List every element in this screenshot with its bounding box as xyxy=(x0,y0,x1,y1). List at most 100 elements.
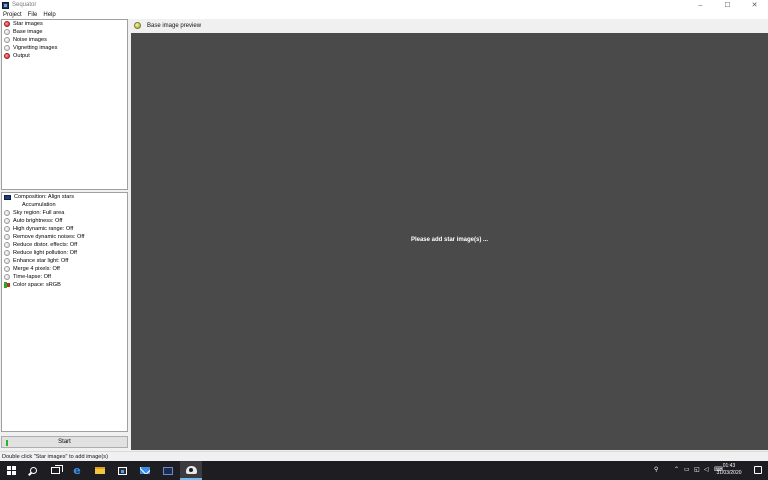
status-gray-icon xyxy=(4,210,10,216)
chevron-up-icon[interactable]: ⌃ xyxy=(674,467,679,474)
system-tray: ⚲ ⌃ ▭ ◱ ◁ ⌨ 01:43 31/03/2020 xyxy=(638,461,768,480)
status-gray-icon xyxy=(4,218,10,224)
window-title: Sequator xyxy=(12,2,37,8)
tree-item-label: Output xyxy=(13,53,30,59)
settings-panel: Composition: Align stars Accumulation Sk… xyxy=(1,192,128,432)
tree-item-label: Base image xyxy=(13,29,43,35)
status-bar: Double click "Star images" to add image(… xyxy=(0,451,768,461)
clock[interactable]: 01:43 31/03/2020 xyxy=(714,463,744,477)
setting-time-lapse[interactable]: Time-lapse: Off xyxy=(2,273,127,281)
file-explorer-button[interactable] xyxy=(89,461,111,480)
setting-reduce-light-pollution[interactable]: Reduce light pollution: Off xyxy=(2,249,127,257)
preview-icon xyxy=(134,22,141,29)
menu-project[interactable]: Project xyxy=(0,11,25,19)
setting-label: Enhance star light: Off xyxy=(13,258,69,264)
tree-item-vignetting-images[interactable]: Vignetting images xyxy=(2,44,127,52)
setting-label: Reduce light pollution: Off xyxy=(13,250,77,256)
setting-label: Accumulation xyxy=(22,202,56,208)
setting-label: Time-lapse: Off xyxy=(13,274,51,280)
network-icon[interactable]: ◱ xyxy=(694,467,700,474)
window-controls: – ☐ ✕ xyxy=(687,0,768,11)
status-red-icon xyxy=(4,21,10,27)
status-gray-icon xyxy=(4,37,10,43)
tree-item-label: Star images xyxy=(13,21,43,27)
people-icon[interactable]: ⚲ xyxy=(654,467,658,474)
mail-button[interactable] xyxy=(134,461,156,480)
menu-help[interactable]: Help xyxy=(40,11,58,19)
start-indicator-icon xyxy=(6,440,8,446)
status-gray-icon xyxy=(4,258,10,264)
edge-browser-icon: e xyxy=(73,464,81,477)
setting-label: Reduce distor. effects: Off xyxy=(13,242,78,248)
sequator-icon xyxy=(185,465,197,474)
status-gray-icon xyxy=(4,266,10,272)
setting-composition-mode[interactable]: Accumulation xyxy=(2,201,127,209)
tree-item-noise-images[interactable]: Noise images xyxy=(2,36,127,44)
store-icon xyxy=(117,466,127,475)
setting-label: Color space: sRGB xyxy=(13,282,61,288)
setting-auto-brightness[interactable]: Auto brightness: Off xyxy=(2,217,127,225)
status-gray-icon xyxy=(4,29,10,35)
setting-label: Auto brightness: Off xyxy=(13,218,63,224)
setting-composition[interactable]: Composition: Align stars xyxy=(2,193,127,201)
menu-file[interactable]: File xyxy=(25,11,41,19)
tree-item-base-image[interactable]: Base image xyxy=(2,28,127,36)
store-button[interactable] xyxy=(111,461,133,480)
taskbar: e ⚲ ⌃ ▭ ◱ ◁ ⌨ 01:43 31/03/2020 xyxy=(0,461,768,480)
notifications-icon[interactable] xyxy=(754,466,762,474)
status-gray-icon xyxy=(4,274,10,280)
setting-merge-4-pixels[interactable]: Merge 4 pixels: Off xyxy=(2,265,127,273)
preview-placeholder-message: Please add star image(s) ... xyxy=(410,237,489,243)
menu-bar: Project File Help xyxy=(0,11,768,19)
monitor-app-button[interactable] xyxy=(157,461,179,480)
setting-enhance-star-light[interactable]: Enhance star light: Off xyxy=(2,257,127,265)
start-button-label: Start xyxy=(58,439,71,445)
setting-label: Remove dynamic noises: Off xyxy=(13,234,85,240)
maximize-button[interactable]: ☐ xyxy=(714,0,741,11)
monitor-icon xyxy=(163,466,173,475)
input-tree-panel: Star images Base image Noise images Vign… xyxy=(1,19,128,190)
setting-sky-region[interactable]: Sky region: Full area xyxy=(2,209,127,217)
sequator-app-icon xyxy=(2,2,9,9)
setting-remove-dynamic-noises[interactable]: Remove dynamic noises: Off xyxy=(2,233,127,241)
windows-logo-icon xyxy=(6,466,16,475)
clock-time: 01:43 xyxy=(722,463,736,469)
status-gray-icon xyxy=(4,45,10,51)
tree-item-label: Vignetting images xyxy=(13,45,58,51)
minimize-button[interactable]: – xyxy=(687,0,714,11)
setting-label: High dynamic range: Off xyxy=(13,226,74,232)
tree-item-label: Noise images xyxy=(13,37,47,43)
setting-color-space[interactable]: Color space: sRGB xyxy=(2,281,127,289)
clock-date: 31/03/2020 xyxy=(716,470,742,476)
image-preview-area[interactable]: Please add star image(s) ... xyxy=(131,33,768,450)
status-gray-icon xyxy=(4,226,10,232)
tree-item-star-images[interactable]: Star images xyxy=(2,20,127,28)
status-gray-icon xyxy=(4,234,10,240)
status-red-icon xyxy=(4,53,10,59)
setting-label: Sky region: Full area xyxy=(13,210,65,216)
setting-reduce-distortion[interactable]: Reduce distor. effects: Off xyxy=(2,241,127,249)
status-gray-icon xyxy=(4,250,10,256)
windows-start-button[interactable] xyxy=(0,461,22,480)
title-bar: Sequator – ☐ ✕ xyxy=(0,0,768,11)
setting-label: Composition: Align stars xyxy=(14,194,75,200)
search-icon xyxy=(29,467,37,474)
color-space-icon xyxy=(4,282,10,288)
status-gray-icon xyxy=(4,242,10,248)
volume-icon[interactable]: ◁ xyxy=(704,467,709,474)
search-button[interactable] xyxy=(22,461,44,480)
task-view-button[interactable] xyxy=(44,461,66,480)
edge-button[interactable]: e xyxy=(66,461,88,480)
composition-icon xyxy=(4,194,11,200)
start-button[interactable]: Start xyxy=(1,436,128,448)
status-text: Double click "Star images" to add image(… xyxy=(2,454,108,460)
sequator-taskbar-button[interactable] xyxy=(180,461,202,480)
setting-label: Merge 4 pixels: Off xyxy=(13,266,60,272)
task-view-icon xyxy=(50,465,63,474)
tree-item-output[interactable]: Output xyxy=(2,52,127,60)
folder-icon xyxy=(95,467,105,474)
preview-header: Base image preview xyxy=(131,19,768,32)
setting-high-dynamic-range[interactable]: High dynamic range: Off xyxy=(2,225,127,233)
battery-icon[interactable]: ▭ xyxy=(684,467,690,474)
close-button[interactable]: ✕ xyxy=(741,0,768,11)
